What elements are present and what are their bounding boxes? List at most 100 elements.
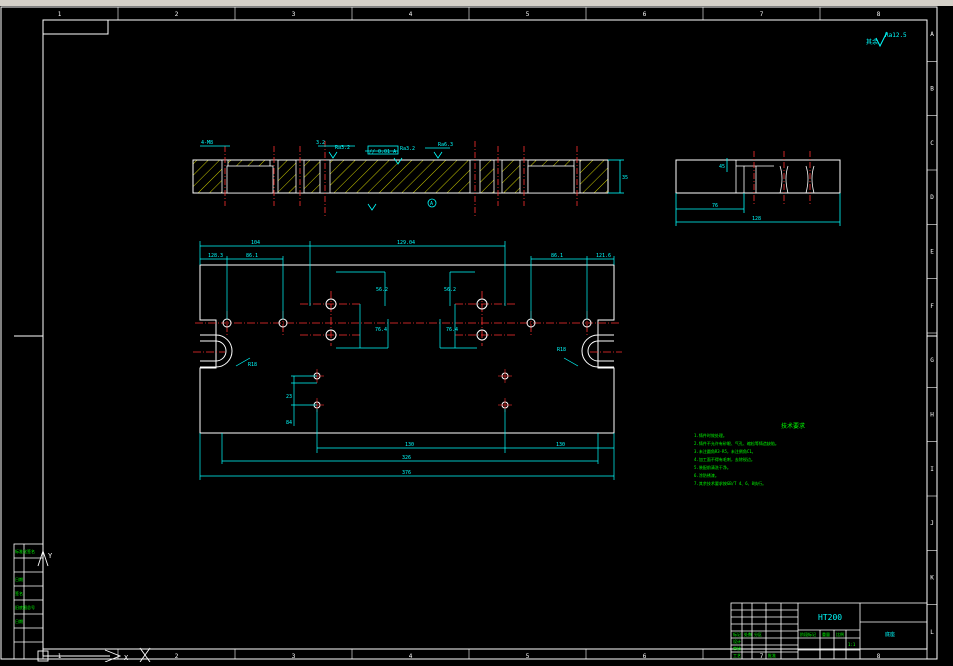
top-dim-2: 3.2: [316, 140, 325, 146]
top-section-view[interactable]: 4-M8 3.2 Ra3.2 // 0.01 A Ra3.2 Ra6.3 A 3…: [192, 140, 628, 218]
frame-row-label: D: [930, 194, 934, 201]
frame-column-label: 2: [175, 11, 179, 18]
frame-row-label: G: [930, 357, 934, 364]
dim-76-4-right: 76.4: [446, 327, 458, 333]
side-dim-76: 76: [712, 203, 718, 209]
frame-row-labels: A B C D E F G H I J K L: [927, 31, 937, 636]
dim-76-4-left: 76.4: [375, 327, 387, 333]
tb-cell-review: 审核: [733, 645, 741, 651]
notes-line: 1.铸件时效处理。: [694, 432, 727, 438]
frame-row-label: F: [930, 303, 934, 310]
frame-column-label: 5: [526, 11, 530, 18]
dim-129: 129.04: [397, 240, 415, 246]
notes-line: 5.装配前清洗干净。: [694, 464, 731, 470]
frame-row-label: J: [930, 520, 934, 527]
frame-row-label: H: [930, 412, 934, 419]
datum-label: A: [430, 201, 433, 207]
frame-column-labels-bottom: 12345678: [58, 649, 881, 660]
tb-cell-mark: 标记: [733, 631, 741, 637]
title-block: HT200 底座 标记 处数 分区 设计 审核 工艺 批准 阶段标记 重量 比例…: [730, 602, 928, 660]
dim-130-b: 130: [556, 442, 565, 448]
frame-row-label: E: [930, 249, 934, 256]
height-dim: 35: [622, 175, 628, 181]
dim-86-1-right: 86.1: [551, 253, 563, 259]
tb-cell-stage: 阶段标记: [800, 631, 816, 637]
drawing-frame: [0, 6, 938, 660]
dim-56-2-right: 56.2: [444, 287, 456, 293]
ucs-y-label: Y: [48, 552, 53, 560]
dim-121-6: 121.6: [596, 253, 611, 259]
frame-row-label: B: [930, 86, 934, 93]
roughness-general-symbol: 其余 Ra12.5: [866, 31, 907, 48]
tolerance-frame-text: // 0.01 A: [369, 149, 396, 155]
tb-cell-process: 工艺: [733, 653, 741, 658]
frame-column-label: 2: [175, 653, 179, 660]
panel-label-1: 标准化签名: [15, 548, 35, 554]
dim-84: 84: [286, 420, 292, 426]
frame-row-label: K: [930, 575, 934, 582]
frame-column-label: 1: [58, 653, 62, 660]
frame-row-label: C: [930, 140, 934, 147]
panel-label-4: 旧底图总号: [15, 604, 35, 610]
frame-row-label: A: [930, 31, 934, 38]
dim-128-3: 128.3: [208, 253, 223, 259]
part-name: 底座: [885, 631, 895, 638]
notes-title: 技术要求: [781, 422, 805, 430]
panel-label-2: 日期: [15, 576, 23, 582]
dim-56-2-left: 56.2: [376, 287, 388, 293]
tb-cell-approve: 批准: [768, 652, 776, 658]
tb-cell-design: 设计: [733, 638, 741, 644]
top-dim-4: Ra3.2: [400, 146, 415, 152]
technical-notes: 技术要求 1.铸件时效处理。 2.铸件不允许有砂眼、气孔、缩松等铸造缺陷。 3.未注…: [694, 422, 805, 486]
roughness-general-value: Ra12.5: [885, 32, 907, 39]
frame-column-label: 6: [643, 653, 647, 660]
tb-cell-scale-value: 1:1: [848, 642, 856, 647]
frame-column-label: 5: [526, 653, 530, 660]
ucs-x-label: X: [124, 654, 129, 662]
left-signature-panel: 标准化签名 日期 签名 旧底图总号 日期: [13, 543, 44, 660]
tb-cell-weight: 重量: [822, 631, 830, 637]
panel-label-5: 日期: [15, 618, 23, 624]
frame-row-label: L: [930, 629, 934, 636]
dim-130-a: 130: [405, 442, 414, 448]
notes-line: 4.加工面不得有毛刺，去除锐边。: [694, 456, 755, 462]
outer-border: [0, 6, 938, 660]
frame-column-label: 7: [760, 11, 764, 18]
inner-border: [42, 19, 928, 650]
corner-box: [42, 19, 109, 35]
frame-row-label: I: [930, 466, 934, 473]
top-dim-3: Ra3.2: [335, 145, 350, 151]
frame-column-label: 6: [643, 11, 647, 18]
frame-column-label: 4: [409, 11, 413, 18]
cad-drawing-canvas[interactable]: 12345678 12345678 ABCDEFGHIJKL 其余 Ra12.5: [0, 6, 953, 663]
notes-line: 2.铸件不允许有砂眼、气孔、缩松等铸造缺陷。: [694, 440, 779, 446]
radius-right: R18: [557, 347, 566, 353]
notes-line: 3.未注圆角R3-R5，未注倒角C1。: [694, 448, 756, 454]
top-dim-5: Ra6.3: [438, 142, 453, 148]
side-dim-128: 128: [752, 216, 761, 222]
notes-line: 7.其余技术要求按GB/T 4、6、8执行。: [694, 480, 766, 486]
frame-column-labels-top: 1 2 3 4 5 6 7 8: [58, 7, 881, 20]
top-dim-1: 4-M8: [201, 140, 213, 146]
radius-left: R18: [248, 362, 257, 368]
notes-line: 6.涂防锈漆。: [694, 472, 719, 478]
tb-cell-count: 处数: [744, 631, 752, 637]
tb-cell-zone: 分区: [754, 631, 762, 637]
dim-326: 326: [402, 455, 411, 461]
frame-column-label: 3: [292, 653, 296, 660]
side-view[interactable]: 45 76 128: [675, 151, 841, 226]
frame-column-label: 3: [292, 11, 296, 18]
material-label: HT200: [818, 613, 842, 622]
dim-104: 104: [251, 240, 260, 246]
dim-86-1-left: 86.1: [246, 253, 258, 259]
frame-column-label: 8: [877, 11, 881, 18]
ucs-icon: Y X: [37, 549, 151, 663]
frame-column-label: 1: [58, 11, 62, 18]
dim-376: 376: [402, 470, 411, 476]
panel-label-3: 签名: [15, 590, 23, 596]
dim-23: 23: [286, 394, 292, 400]
front-plan-view[interactable]: 104 129.04 128.3 86.1 86.1 121.6 56.2 56…: [193, 240, 622, 480]
tb-cell-scale: 比例: [836, 631, 844, 637]
frame-column-label: 4: [409, 653, 413, 660]
side-dim-45: 45: [719, 164, 725, 170]
